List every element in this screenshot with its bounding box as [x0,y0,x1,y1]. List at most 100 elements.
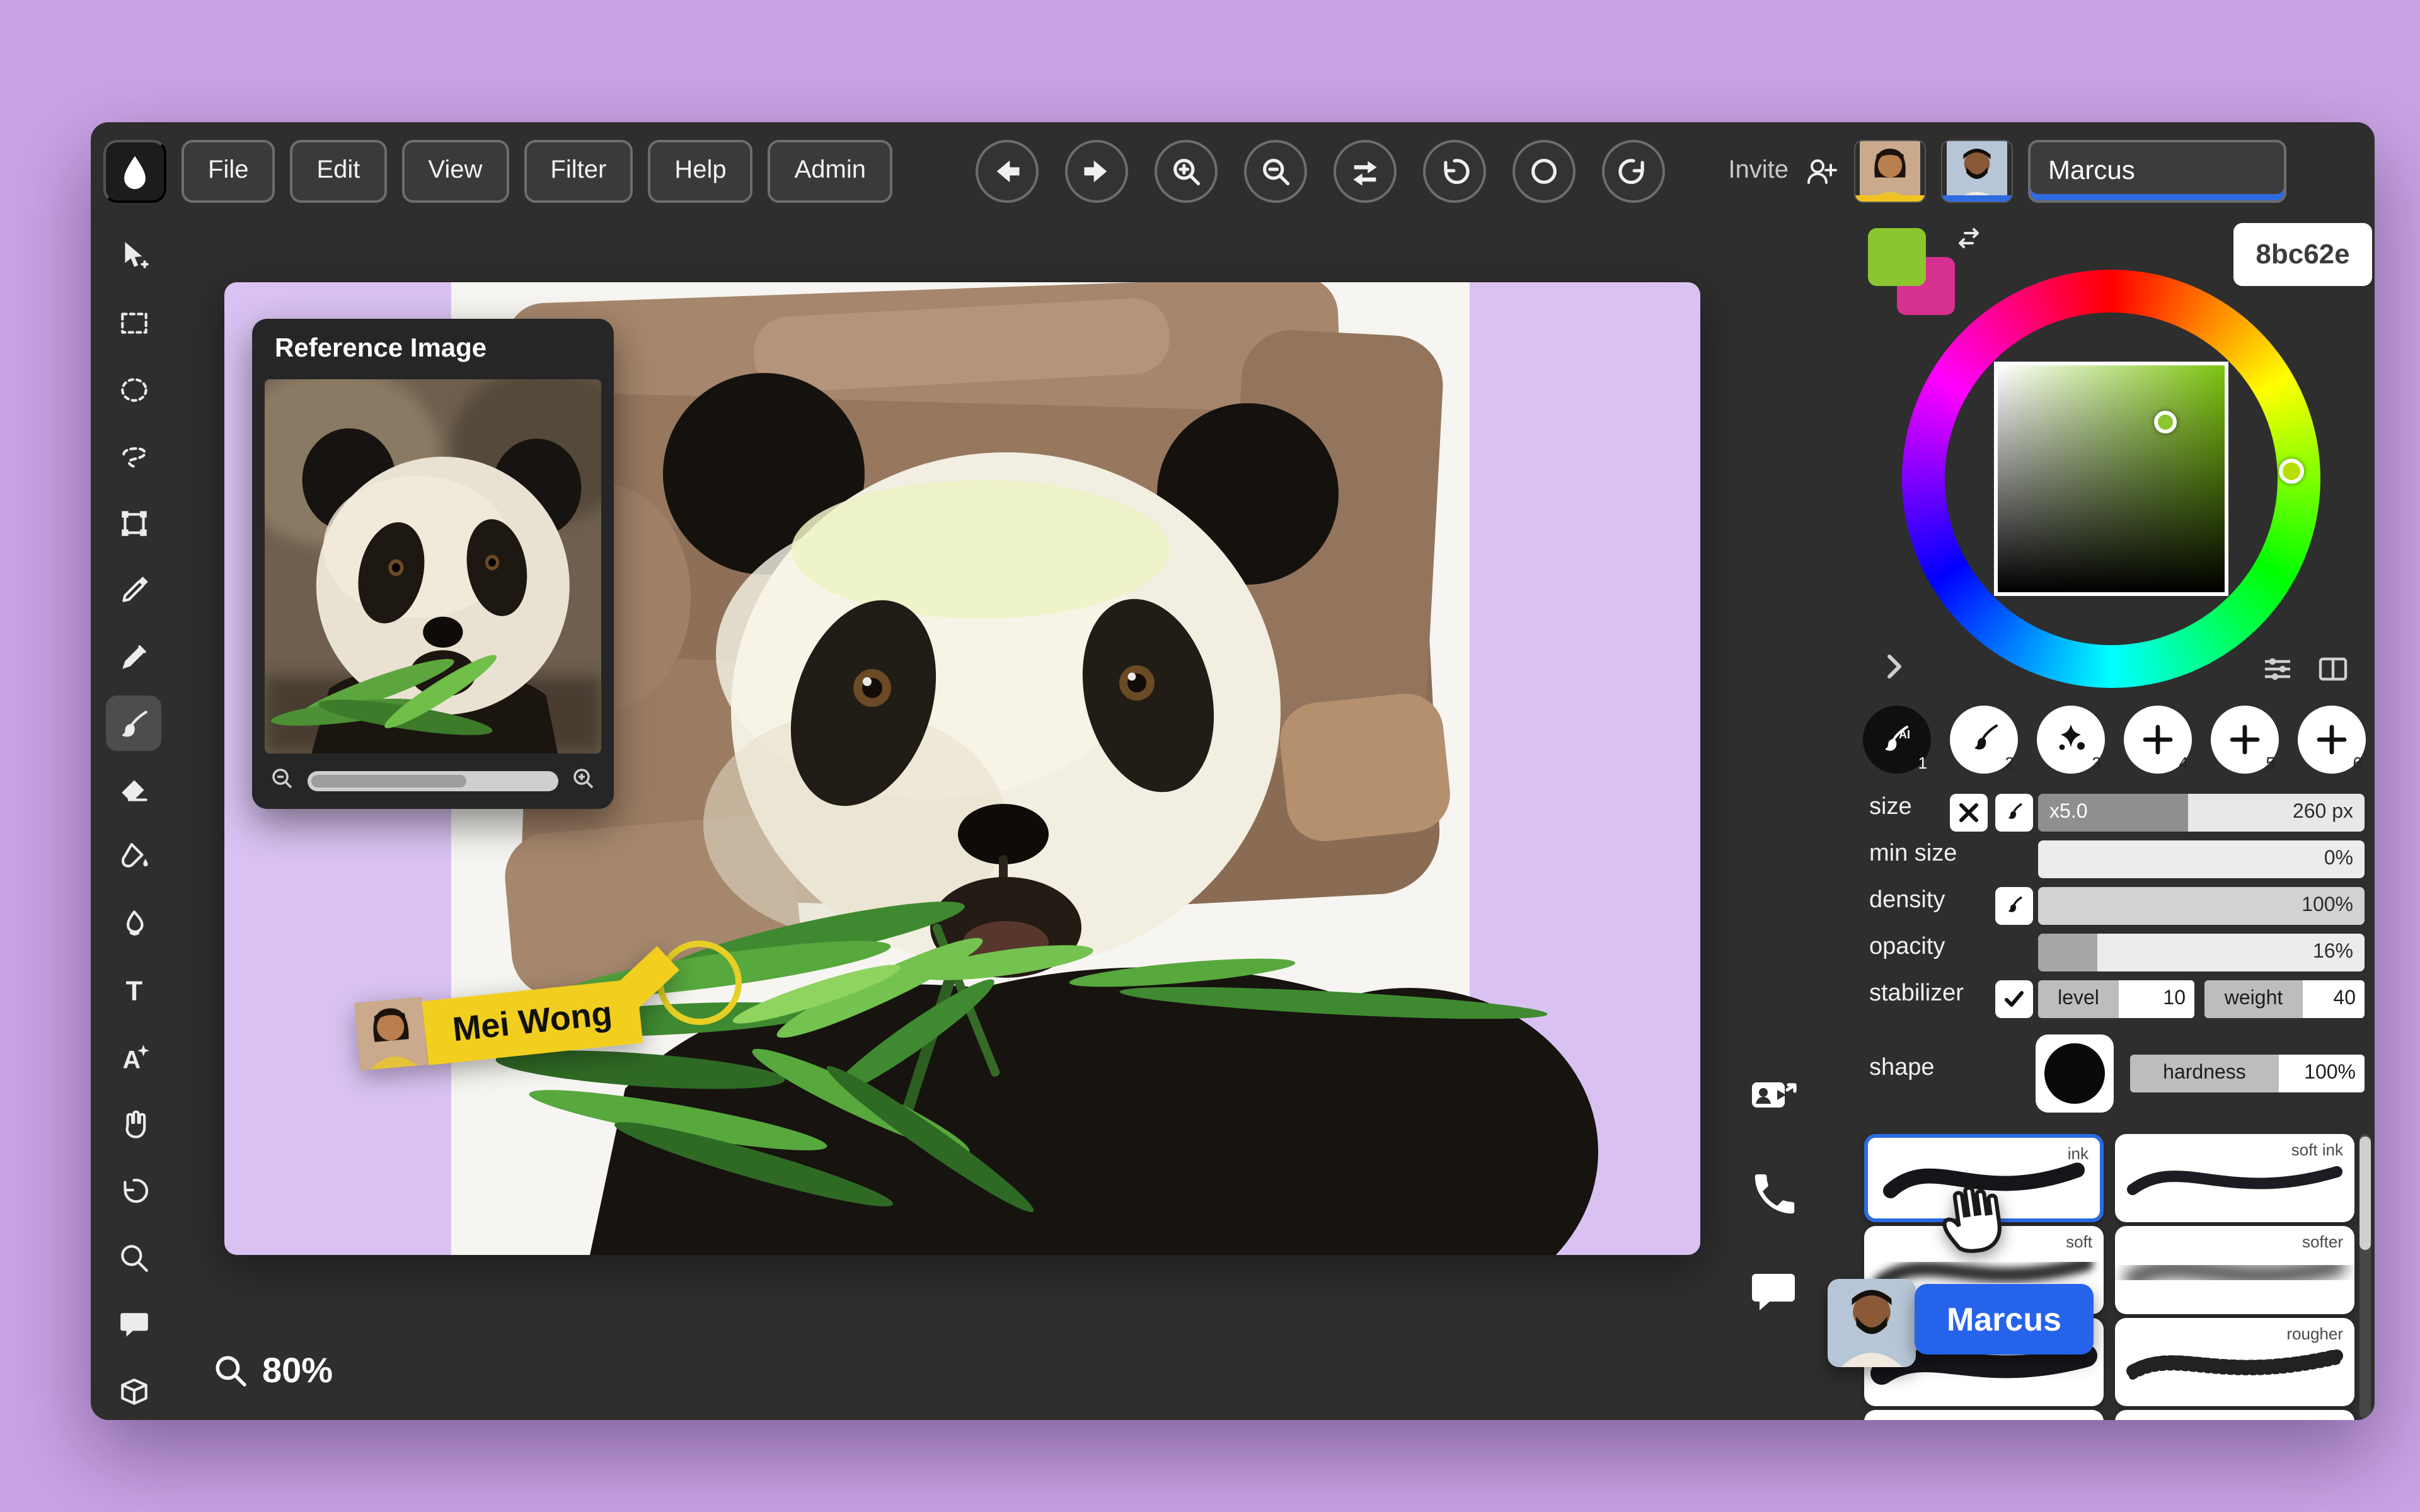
rotate-reset-button[interactable] [1512,139,1576,202]
circle-icon [1528,154,1560,187]
split-view-icon[interactable] [2317,653,2349,685]
invite-user-icon[interactable] [1804,153,1839,188]
move-tool[interactable] [106,228,161,284]
screen-share-button[interactable] [1747,1072,1800,1125]
menu-view[interactable]: View [401,139,509,202]
perspective-grid-tool[interactable] [106,1363,161,1419]
weight-chip-label: weight [2204,980,2303,1018]
preset-partial-right[interactable] [2115,1410,2354,1420]
slot-4-number: 4 [2179,753,2188,772]
back-button[interactable] [976,139,1039,202]
opacity-slider[interactable]: 16% [2038,934,2365,971]
preset-softer[interactable]: softer [2115,1226,2354,1314]
hex-color-value[interactable]: 8bc62e [2233,223,2372,286]
menu-admin[interactable]: Admin [768,139,892,202]
preset-rougher[interactable]: rougher [2115,1318,2354,1406]
reference-zoom-in-icon[interactable] [571,765,596,797]
stabilizer-label: stabilizer [1869,980,1964,1008]
fill-tool[interactable] [106,829,161,885]
menu-edit[interactable]: Edit [290,139,386,202]
swap-colors-button[interactable] [1334,139,1397,202]
primary-color-swatch[interactable] [1868,228,1926,286]
preset-partial-left[interactable] [1864,1410,2104,1420]
voice-call-button[interactable] [1747,1168,1800,1221]
size-reset-button[interactable] [1950,794,1988,832]
undo-tool[interactable] [106,1163,161,1218]
redo-button[interactable] [1602,139,1665,202]
size-multiplier: x5.0 [2049,801,2088,824]
arrow-right-icon [1080,154,1113,187]
preset-softer-label: softer [2302,1232,2343,1251]
transform-tool[interactable] [106,495,161,551]
ellipse-select-tool[interactable] [106,362,161,417]
menu-filter[interactable]: Filter [524,139,633,202]
eyedropper-tool[interactable] [106,562,161,617]
brush-tool[interactable] [106,696,161,751]
avatar-marcus[interactable] [1941,139,2013,202]
stabilizer-controls: level 10 weight 40 [2038,980,2365,1018]
pencil-tool[interactable] [106,629,161,684]
marcus-cursor-name: Marcus [1947,1300,2061,1339]
swap-swatches-icon[interactable] [1954,223,1984,253]
avatar-mei[interactable] [1854,139,1926,202]
weight-value-field[interactable]: 40 [2303,980,2365,1018]
chat-button[interactable] [1747,1265,1800,1318]
brush-slot-4-add[interactable]: 4 [2124,706,2192,774]
menu-bar: File Edit View Filter Help Admin [91,122,2375,208]
preset-soft-ink-label: soft ink [2291,1140,2343,1159]
magnifier-icon[interactable] [212,1352,250,1390]
marcus-cursor-hand [1926,1173,2014,1261]
menu-help[interactable]: Help [648,139,752,202]
presets-scrollbar-thumb[interactable] [2360,1137,2371,1250]
size-pressure-toggle[interactable] [1995,794,2033,832]
menu-file[interactable]: File [182,139,275,202]
zoom-out-icon [1259,154,1292,187]
undo-button[interactable] [1423,139,1486,202]
hue-selector-dot[interactable] [2279,459,2304,484]
slot-6-number: 6 [2353,753,2362,772]
swap-arrows-icon [1349,154,1381,187]
hardness-value-field[interactable]: 100% [2279,1055,2365,1092]
reference-panel-header[interactable]: Reference Image [252,319,614,379]
comments-tool[interactable] [106,1297,161,1352]
sv-selector-dot[interactable] [2154,411,2177,433]
app-logo-button[interactable] [103,139,166,202]
brush-shape-preview[interactable] [2036,1034,2114,1113]
brush-slot-2[interactable]: 2 [1950,706,2018,774]
density-slider[interactable]: 100% [2038,887,2365,925]
text-tool[interactable]: T [106,963,161,1018]
zoom-in-button[interactable] [1155,139,1218,202]
invite-label[interactable]: Invite [1728,156,1789,185]
slot-5-number: 5 [2266,753,2275,772]
hand-tool[interactable] [106,1096,161,1152]
brush-slot-1-ai[interactable]: AI 1 [1863,706,1931,774]
reference-photo [265,379,601,753]
smudge-tool[interactable] [106,896,161,951]
saturation-value-square[interactable] [1994,362,2228,596]
reference-zoom-out-icon[interactable] [270,765,295,797]
rect-select-tool[interactable] [106,295,161,350]
presets-scrollbar-track[interactable] [2360,1134,2371,1419]
forward-button[interactable] [1065,139,1128,202]
ai-text-tool[interactable]: A [106,1029,161,1085]
reference-zoom-slider[interactable] [308,771,558,791]
hex-text: 8bc62e [2256,238,2349,271]
eraser-tool[interactable] [106,762,161,818]
active-user-nameplate[interactable]: Marcus [2028,139,2286,202]
size-slider[interactable]: x5.0 260 px [2038,794,2365,832]
zoom-tool[interactable] [106,1230,161,1285]
preset-ink-label: ink [2068,1144,2089,1163]
zoom-out-button[interactable] [1244,139,1307,202]
brush-slot-5-add[interactable]: 5 [2211,706,2279,774]
preset-soft-ink[interactable]: soft ink [2115,1134,2354,1222]
color-wheel[interactable] [1902,270,2320,688]
lasso-tool[interactable] [106,428,161,484]
collapse-panel-chevron[interactable] [1881,653,1908,680]
density-pressure-toggle[interactable] [1995,887,2033,925]
level-value-field[interactable]: 10 [2119,980,2194,1018]
stabilizer-checkbox[interactable] [1995,980,2033,1018]
sliders-settings-icon[interactable] [2261,653,2294,685]
brush-slot-3[interactable]: 3 [2037,706,2105,774]
min-size-slider[interactable]: 0% [2038,840,2365,878]
brush-slot-6-add[interactable]: 6 [2298,706,2366,774]
